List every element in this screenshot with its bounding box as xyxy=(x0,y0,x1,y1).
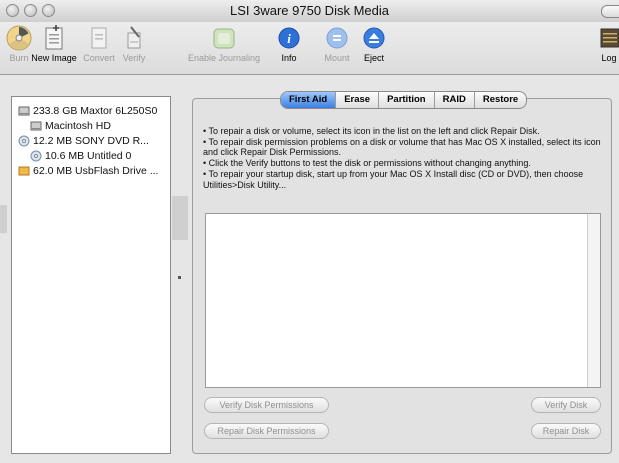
disk-list: 233.8 GB Maxtor 6L250S0 Macintosh HD 12.… xyxy=(11,96,171,454)
volume-item-label: Macintosh HD xyxy=(45,120,111,132)
disk-utility-window: LSI 3ware 9750 Disk Media Burn New Image xyxy=(0,0,619,463)
repair-disk-permissions-button[interactable]: Repair Disk Permissions xyxy=(204,423,329,439)
optical-disc-icon xyxy=(30,150,42,162)
disk-item-sony-dvd[interactable]: 12.2 MB SONY DVD R... xyxy=(18,135,149,147)
disk-item-usbflash[interactable]: 62.0 MB UsbFlash Drive ... xyxy=(18,165,158,177)
divider-thumb[interactable] xyxy=(172,196,188,240)
tab-bar: First Aid Erase Partition RAID Restore xyxy=(280,91,528,109)
tab-first-aid[interactable]: First Aid xyxy=(281,92,337,108)
volume-item-macintosh-hd[interactable]: Macintosh HD xyxy=(30,120,111,132)
optical-disc-icon xyxy=(18,135,30,147)
volume-icon xyxy=(30,121,42,131)
convert-label: Convert xyxy=(83,53,115,63)
log-icon xyxy=(600,28,619,48)
new-image-label: New Image xyxy=(31,53,77,63)
title-bar: LSI 3ware 9750 Disk Media xyxy=(0,0,619,23)
info-icon: i xyxy=(278,27,300,49)
instruction-line: • To repair your startup disk, start up … xyxy=(203,168,584,190)
enable-journaling-button[interactable]: Enable Journaling xyxy=(178,25,270,63)
new-image-icon xyxy=(45,25,63,50)
split-view-divider[interactable] xyxy=(172,96,188,454)
enable-journaling-label: Enable Journaling xyxy=(187,53,261,63)
results-log[interactable] xyxy=(205,213,601,388)
info-button[interactable]: i Info xyxy=(276,25,302,63)
usb-drive-icon xyxy=(18,166,30,176)
svg-text:i: i xyxy=(287,31,291,46)
instruction-line: • Click the Verify buttons to test the d… xyxy=(203,158,531,169)
tab-restore[interactable]: Restore xyxy=(475,92,526,108)
disk-item-label: 12.2 MB SONY DVD R... xyxy=(33,135,149,147)
log-button[interactable]: Log xyxy=(598,25,619,63)
instruction-line: • To repair disk permission problems on … xyxy=(203,136,601,158)
left-edge-handle xyxy=(0,205,7,233)
instruction-line: • To repair a disk or volume, select its… xyxy=(203,126,540,136)
eject-icon xyxy=(363,27,385,49)
disk-item-label: 62.0 MB UsbFlash Drive ... xyxy=(33,165,159,177)
mount-button[interactable]: Mount xyxy=(320,25,354,63)
divider-grip-icon xyxy=(178,276,181,279)
verify-button[interactable]: Verify xyxy=(116,25,152,63)
verify-icon xyxy=(127,26,141,49)
repair-disk-button[interactable]: Repair Disk xyxy=(531,423,601,439)
tab-erase[interactable]: Erase xyxy=(336,92,380,108)
tab-raid[interactable]: RAID xyxy=(435,92,475,108)
burn-label: Burn xyxy=(9,53,29,63)
results-scrollbar[interactable] xyxy=(587,214,600,387)
convert-button[interactable]: Convert xyxy=(80,25,118,63)
new-image-button[interactable]: New Image xyxy=(30,25,78,63)
verify-disk-permissions-button[interactable]: Verify Disk Permissions xyxy=(204,397,329,413)
toolbar-toggle-button[interactable] xyxy=(601,5,619,18)
toolbar: Burn New Image Convert Verify Enable Jou… xyxy=(0,22,619,75)
verify-disk-button[interactable]: Verify Disk xyxy=(531,397,601,413)
tab-partition[interactable]: Partition xyxy=(379,92,435,108)
volume-item-label: 10.6 MB Untitled 0 xyxy=(45,150,132,162)
eject-button[interactable]: Eject xyxy=(360,25,388,63)
convert-icon xyxy=(91,27,107,49)
window-title: LSI 3ware 9750 Disk Media xyxy=(230,3,389,18)
first-aid-instructions: • To repair a disk or volume, select its… xyxy=(203,126,603,190)
journal-icon xyxy=(213,28,235,49)
mount-label: Mount xyxy=(324,53,350,63)
mount-icon xyxy=(326,27,348,49)
burn-icon xyxy=(6,25,32,51)
verify-label: Verify xyxy=(122,53,146,63)
log-label: Log xyxy=(601,53,617,63)
eject-label: Eject xyxy=(363,53,384,63)
hard-disk-icon xyxy=(18,106,30,116)
info-label: Info xyxy=(281,53,297,63)
volume-item-untitled[interactable]: 10.6 MB Untitled 0 xyxy=(30,150,131,162)
disk-item-maxtor[interactable]: 233.8 GB Maxtor 6L250S0 xyxy=(18,105,157,117)
disk-item-label: 233.8 GB Maxtor 6L250S0 xyxy=(33,105,158,117)
